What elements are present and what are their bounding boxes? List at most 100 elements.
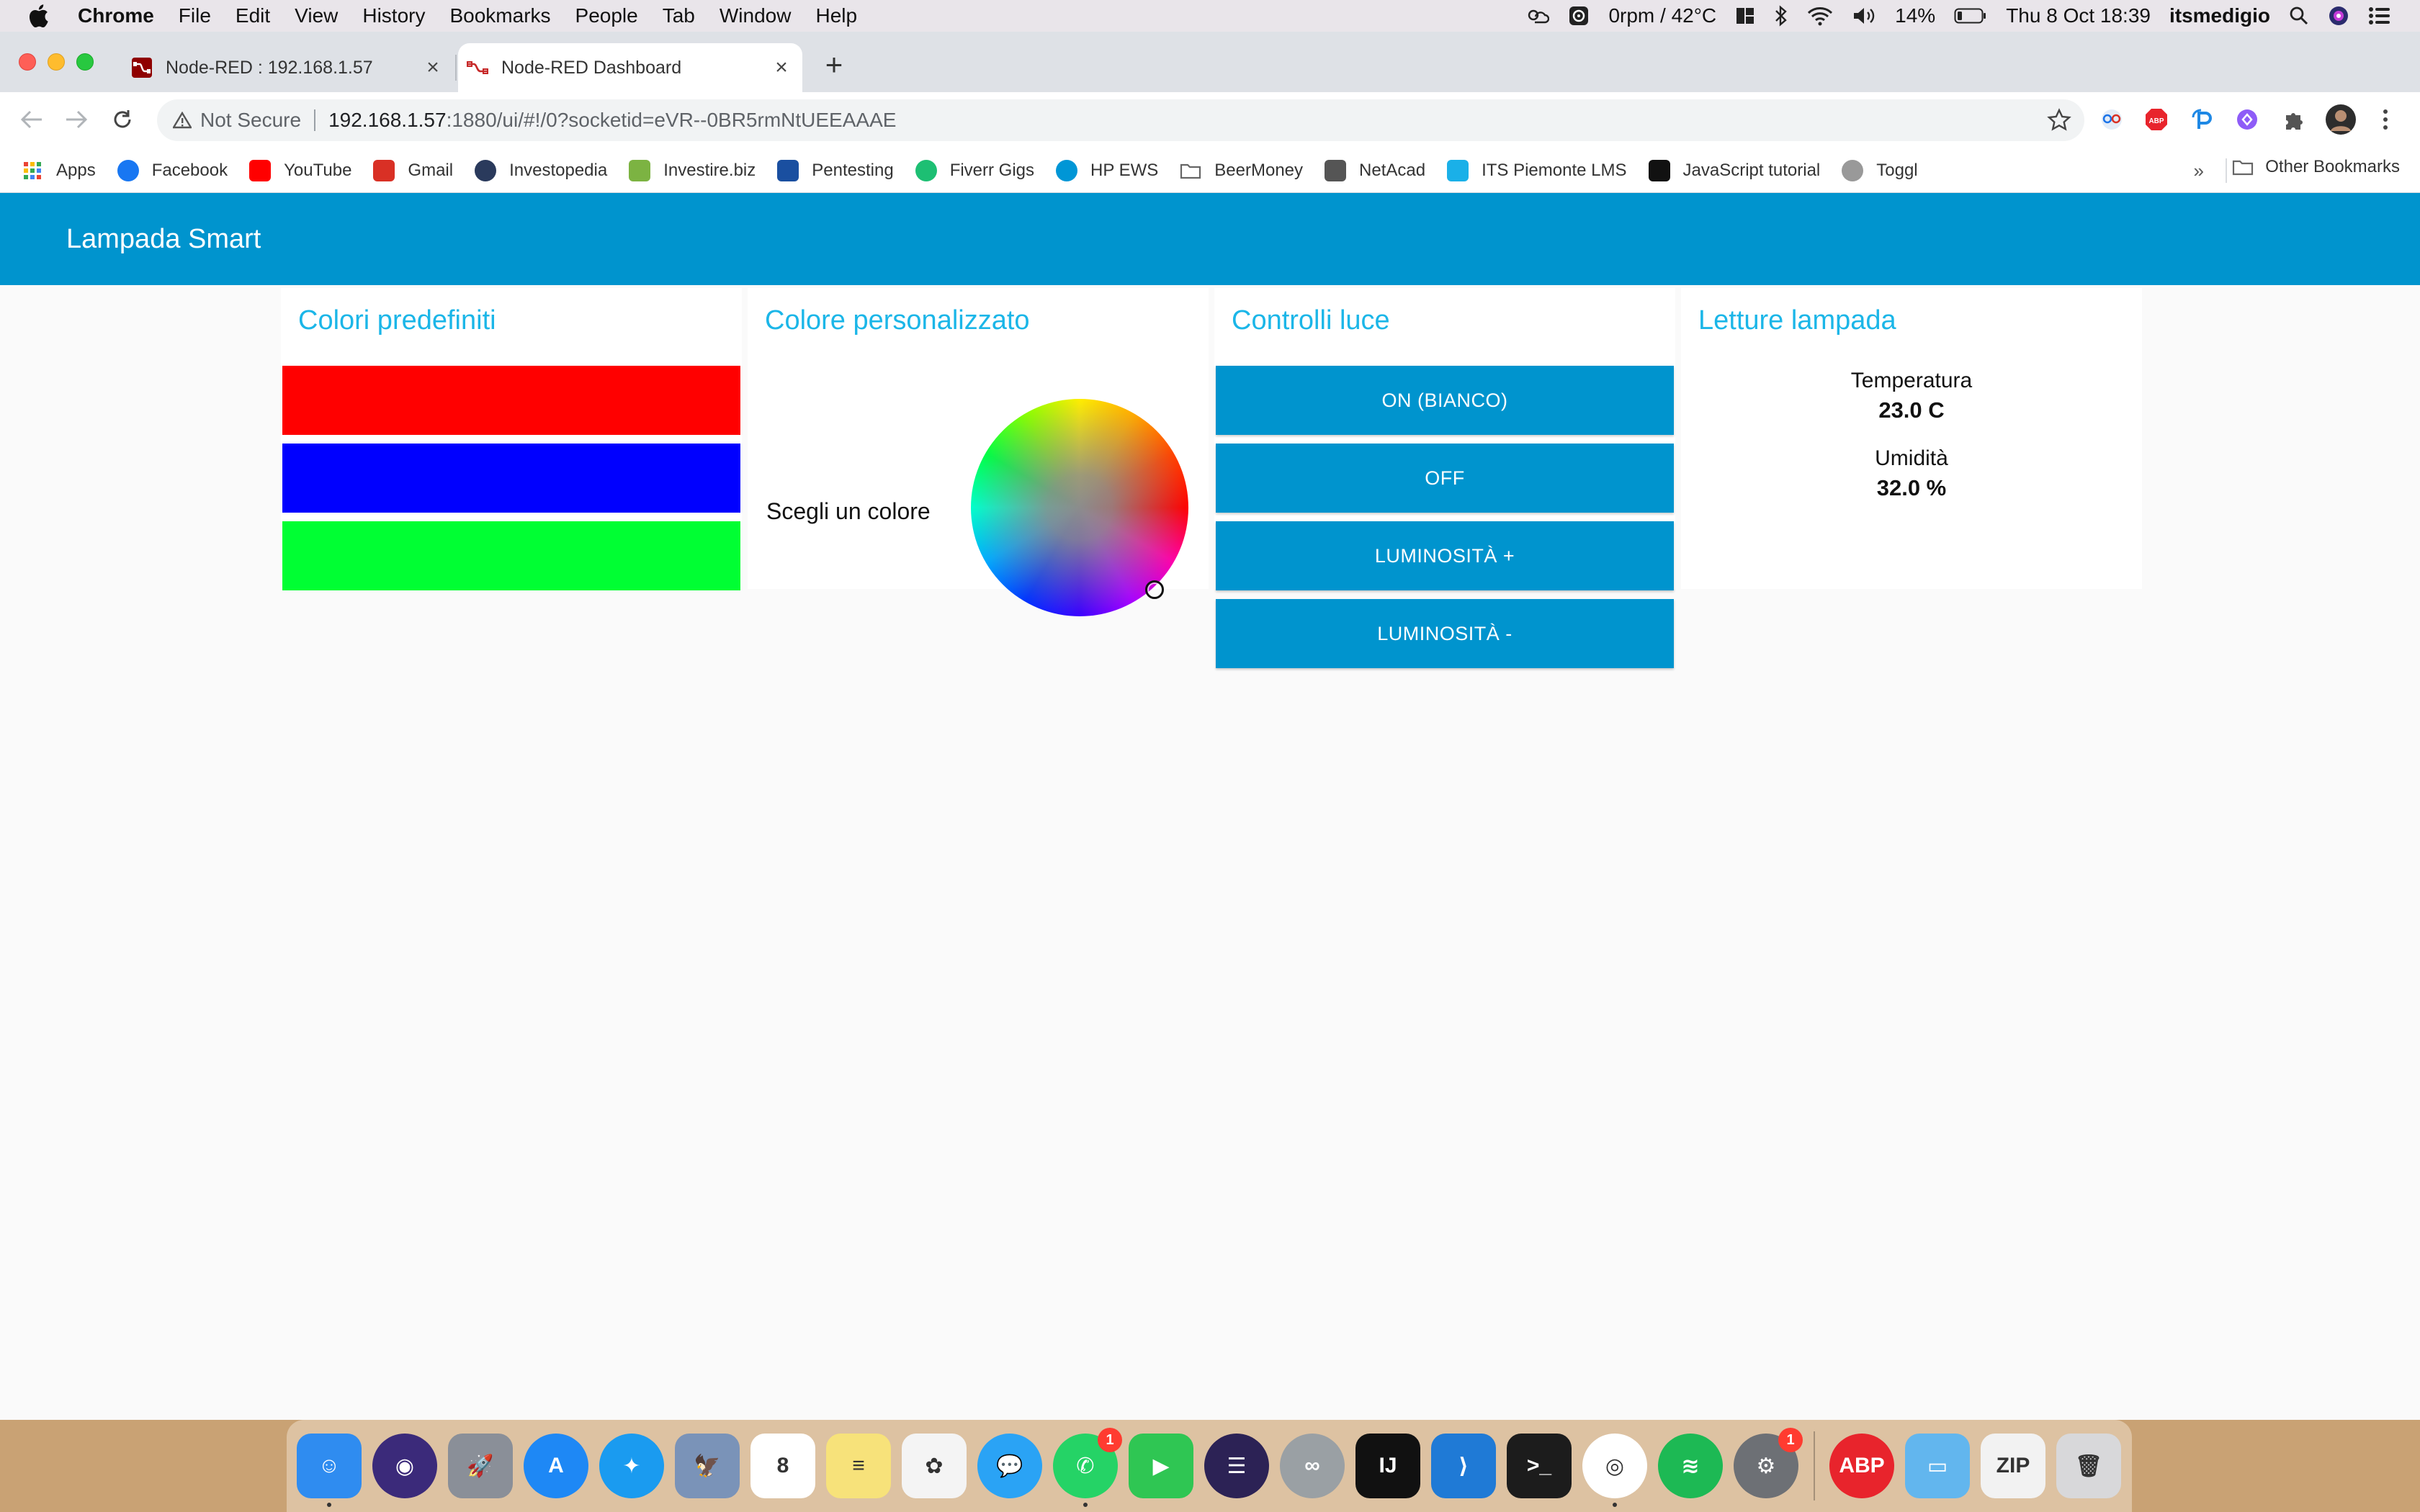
extension-adblock-icon[interactable]: ABP: [2141, 104, 2172, 135]
bookmark-item[interactable]: ITS Piemonte LMS: [1447, 159, 1627, 181]
on-white-button[interactable]: ON (BIANCO): [1216, 366, 1674, 435]
whatsapp-icon[interactable]: ✆ 1: [1053, 1428, 1122, 1507]
menu-history[interactable]: History: [362, 4, 425, 27]
preset-green-button[interactable]: [282, 521, 740, 590]
bookmark-item[interactable]: Apps: [22, 160, 96, 181]
eclipse-icon[interactable]: ☰: [1204, 1434, 1269, 1498]
window-layout-icon[interactable]: [1735, 0, 1755, 32]
window-zoom-button[interactable]: [76, 53, 94, 71]
fan-temperature-readout[interactable]: 0rpm / 42°C: [1608, 4, 1716, 27]
clock[interactable]: Thu 8 Oct 18:39: [2006, 4, 2151, 27]
menu-help[interactable]: Help: [815, 4, 857, 27]
warning-triangle-icon[interactable]: [173, 112, 192, 129]
bookmark-item[interactable]: YouTube: [249, 159, 351, 181]
menu-window[interactable]: Window: [720, 4, 792, 27]
tab-close-icon[interactable]: ×: [422, 57, 444, 78]
menu-people[interactable]: People: [575, 4, 638, 27]
siri-status-icon[interactable]: [2328, 0, 2349, 32]
back-arrow-icon[interactable]: [14, 102, 49, 137]
menu-tab[interactable]: Tab: [663, 4, 695, 27]
bookmark-item[interactable]: JavaScript tutorial: [1648, 159, 1820, 181]
siri-icon[interactable]: ◉: [372, 1434, 437, 1498]
bookmark-item[interactable]: Facebook: [117, 159, 228, 181]
bookmark-item[interactable]: HP EWS: [1056, 159, 1158, 181]
current-user[interactable]: itsmedigio: [2169, 4, 2270, 27]
weather-status-icon[interactable]: [1525, 0, 1550, 32]
color-wheel-handle[interactable]: [1145, 580, 1164, 599]
finder-icon[interactable]: ☺: [297, 1434, 362, 1507]
arduino-icon[interactable]: ∞: [1280, 1434, 1345, 1498]
tab-title: Node-RED : 192.168.1.57: [166, 57, 373, 78]
brightness-down-button[interactable]: LUMINOSITÀ -: [1216, 599, 1674, 668]
bluetooth-icon[interactable]: [1774, 0, 1788, 32]
extension-p-icon[interactable]: [2187, 104, 2218, 135]
bookmarks-overflow-icon[interactable]: »: [2194, 160, 2204, 182]
bookmark-star-icon[interactable]: [2047, 108, 2071, 138]
trash-icon[interactable]: 🗑: [2056, 1434, 2121, 1498]
vscode-icon[interactable]: ⟩: [1431, 1434, 1496, 1498]
folder-icon: [1180, 160, 1201, 181]
group-lamp-readings: Letture lampada Temperatura 23.0 C Umidi…: [1681, 288, 2142, 589]
extension-translate-icon[interactable]: [2096, 104, 2128, 135]
photos-icon[interactable]: ✿: [902, 1434, 967, 1498]
safari-icon[interactable]: ✦: [599, 1434, 664, 1498]
extension-purple-icon[interactable]: [2231, 104, 2263, 135]
bookmark-item[interactable]: BeerMoney: [1180, 160, 1303, 181]
apple-menu-icon[interactable]: [29, 4, 50, 27]
menu-file[interactable]: File: [179, 4, 211, 27]
system-preferences-icon[interactable]: ⚙ 1: [1734, 1428, 1803, 1498]
volume-icon[interactable]: [1852, 0, 1876, 32]
running-indicator: [1083, 1503, 1088, 1507]
address-bar[interactable]: Not Secure 192.168.1.57 :1880/ui/#!/0?so…: [157, 99, 2084, 141]
bookmark-item[interactable]: Investire.biz: [629, 159, 756, 181]
chrome-icon[interactable]: ◎: [1582, 1434, 1647, 1507]
preview-icon[interactable]: 🦅: [675, 1434, 740, 1498]
preset-blue-button[interactable]: [282, 444, 740, 513]
bookmark-item[interactable]: Investopedia: [475, 159, 607, 181]
profile-avatar[interactable]: [2325, 104, 2357, 135]
tab-node-red-dashboard[interactable]: Node-RED Dashboard ×: [458, 43, 802, 92]
files-folder-icon[interactable]: ▭: [1905, 1434, 1970, 1498]
bookmark-item[interactable]: NetAcad: [1325, 159, 1425, 181]
notification-center-icon[interactable]: [2368, 0, 2391, 32]
messenger-icon[interactable]: 💬: [977, 1434, 1042, 1498]
bookmark-item[interactable]: Toggl: [1842, 159, 1918, 181]
security-status[interactable]: Not Secure: [200, 109, 301, 132]
battery-percentage[interactable]: 14%: [1895, 4, 1935, 27]
menu-view[interactable]: View: [295, 4, 338, 27]
menu-edit[interactable]: Edit: [236, 4, 270, 27]
battery-icon[interactable]: [1954, 0, 1987, 32]
bookmark-item[interactable]: Gmail: [373, 159, 453, 181]
app-store-icon[interactable]: A: [524, 1434, 588, 1498]
wifi-icon[interactable]: [1807, 0, 1833, 32]
preset-red-button[interactable]: [282, 366, 740, 435]
new-tab-button[interactable]: +: [820, 50, 848, 81]
notes-icon[interactable]: ≡: [826, 1434, 891, 1498]
brightness-up-button[interactable]: LUMINOSITÀ +: [1216, 521, 1674, 590]
browser-menu-kebab-icon[interactable]: [2370, 104, 2401, 135]
menu-bookmarks[interactable]: Bookmarks: [449, 4, 550, 27]
window-minimize-button[interactable]: [48, 53, 65, 71]
facetime-icon[interactable]: ▶: [1129, 1434, 1193, 1498]
fan-status-icon[interactable]: [1568, 0, 1590, 32]
reload-icon[interactable]: [105, 102, 140, 137]
terminal-icon[interactable]: >_: [1507, 1434, 1572, 1498]
tab-node-red-editor[interactable]: Node-RED : 192.168.1.57 ×: [122, 43, 454, 92]
launchpad-icon[interactable]: 🚀: [448, 1434, 513, 1498]
tab-close-icon[interactable]: ×: [771, 57, 792, 78]
bookmark-item[interactable]: Pentesting: [777, 159, 894, 181]
calendar-icon[interactable]: 8: [750, 1434, 815, 1498]
forward-arrow-icon[interactable]: [59, 102, 94, 137]
window-close-button[interactable]: [19, 53, 36, 71]
extensions-puzzle-icon[interactable]: [2279, 104, 2311, 135]
spotify-icon[interactable]: ≋: [1658, 1434, 1723, 1498]
spotlight-search-icon[interactable]: [2289, 0, 2309, 32]
menu-app-name[interactable]: Chrome: [78, 4, 154, 27]
off-button[interactable]: OFF: [1216, 444, 1674, 513]
temperature-value: 23.0 C: [1878, 397, 1945, 423]
bookmark-item[interactable]: Fiverr Gigs: [915, 159, 1034, 181]
other-bookmarks-folder[interactable]: Other Bookmarks: [2232, 157, 2400, 177]
adblock-icon[interactable]: ABP: [1829, 1434, 1894, 1498]
zip-archive-icon[interactable]: ZIP: [1981, 1434, 2045, 1498]
intellij-icon[interactable]: IJ: [1355, 1434, 1420, 1498]
